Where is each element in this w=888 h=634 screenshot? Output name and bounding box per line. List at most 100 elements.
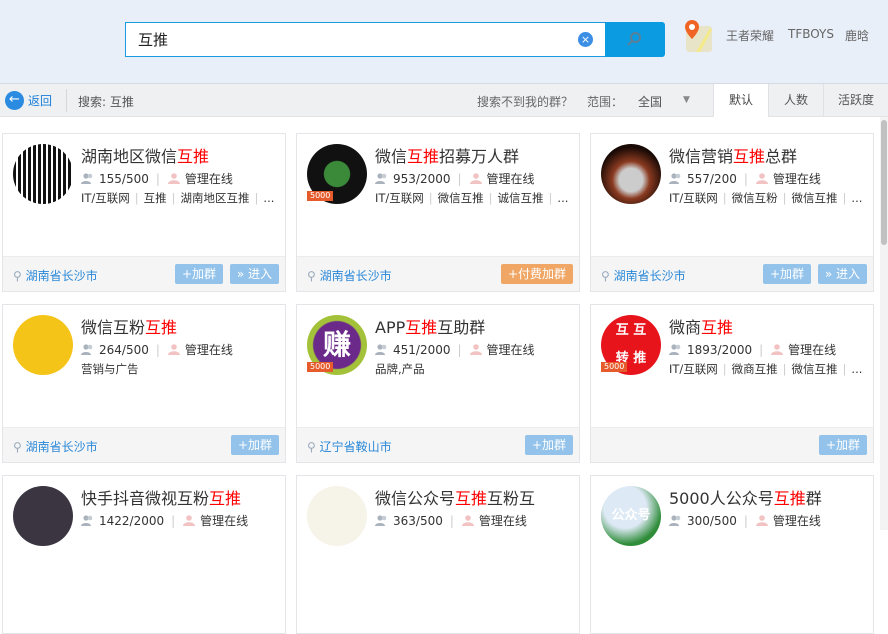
group-card[interactable]: 5000 微信互推招募万人群 953/2000 | 管理在线 IT/互联网 | 微信互推 | 诚信…	[296, 133, 580, 292]
group-card[interactable]: 互 互 转 推 5000 微商互推 1893/2000 | 管理在线 IT/互联网 | 微商互推…	[590, 304, 874, 463]
tag[interactable]: 微信互推	[438, 191, 484, 205]
tag[interactable]: IT/互联网	[81, 191, 130, 205]
tab-members[interactable]: 人数	[768, 84, 823, 117]
group-meta: 300/500 | 管理在线	[669, 512, 821, 529]
location-text: 湖南省长沙市	[319, 269, 392, 283]
back-button[interactable]: ← 返回	[5, 91, 52, 110]
title-text: APP	[375, 318, 406, 337]
group-title[interactable]: 湖南地区微信互推	[81, 143, 209, 167]
group-tags: 营销与广告	[81, 361, 139, 377]
tab-activity[interactable]: 活跃度	[823, 84, 888, 117]
join-button[interactable]: +加群	[818, 435, 867, 455]
location-pin-icon: ⚲	[601, 269, 610, 283]
title-highlight: 互推	[701, 318, 734, 337]
back-arrow-icon: ←	[5, 91, 24, 110]
card-footer: ⚲ 辽宁省鞍山市 +加群	[297, 427, 579, 462]
group-card[interactable]: 公众号 5000人公众号互推群 300/500 | 管理在线	[590, 475, 874, 634]
group-avatar[interactable]	[307, 486, 367, 546]
admin-status: 管理在线	[184, 172, 233, 186]
title-text: 微商	[669, 318, 702, 337]
tag[interactable]: 微商互推	[732, 362, 778, 376]
title-text: 群	[805, 489, 822, 508]
tag[interactable]: 营销与广告	[81, 362, 139, 376]
scrollbar-thumb[interactable]	[881, 120, 887, 245]
hot-search-link[interactable]: 鹿晗	[845, 27, 869, 44]
map-location-icon[interactable]	[682, 18, 714, 54]
card-footer: ⚲ 湖南省长沙市 +加群	[3, 427, 285, 462]
tag[interactable]: ...	[263, 191, 274, 205]
group-card[interactable]: 微信互粉互推 264/500 | 管理在线 营销与广告 ⚲ 湖南省长沙市 +加群	[2, 304, 286, 463]
tag[interactable]: 微信互粉	[732, 191, 778, 205]
title-text: 招募万人群	[439, 147, 520, 166]
title-text: 5000人公众号	[669, 489, 774, 508]
join-button[interactable]: +加群	[230, 435, 279, 455]
hot-search-link[interactable]: 王者荣耀	[726, 27, 774, 44]
join-button[interactable]: +加群	[762, 264, 811, 284]
card-footer: ⚲ 湖南省长沙市 +付费加群	[297, 256, 579, 291]
range-select[interactable]: 全国	[638, 93, 662, 110]
group-card[interactable]: 赚 5000 APP互推互助群 451/2000 | 管理在线 品牌,产品 ⚲ 辽宁省鞍山市 +…	[296, 304, 580, 463]
tag[interactable]: IT/互联网	[669, 362, 718, 376]
location-pin-icon: ⚲	[307, 269, 316, 283]
enter-button[interactable]: » 进入	[817, 264, 867, 284]
search-input[interactable]	[126, 23, 566, 56]
scrollbar[interactable]	[880, 117, 888, 530]
group-avatar[interactable]	[13, 144, 73, 204]
tag[interactable]: 微信互推	[792, 362, 838, 376]
title-text: 总群	[765, 147, 798, 166]
tag[interactable]: IT/互联网	[669, 191, 718, 205]
admin-icon	[461, 515, 474, 526]
group-card[interactable]: 湖南地区微信互推 155/500 | 管理在线 IT/互联网 | 互推 | 湖南地区互推 |...…	[2, 133, 286, 292]
hot-search-link[interactable]: TFBOYS	[788, 27, 834, 41]
group-title[interactable]: 微信公众号互推互粉互	[375, 485, 535, 509]
group-title[interactable]: 5000人公众号互推群	[669, 485, 822, 509]
group-card[interactable]: 微信营销互推总群 557/200 | 管理在线 IT/互联网 | 微信互粉 | 微信互推 |...…	[590, 133, 874, 292]
tab-default[interactable]: 默认	[713, 84, 768, 117]
group-title[interactable]: 快手抖音微视互粉互推	[81, 485, 241, 509]
members-icon	[375, 515, 387, 526]
paid-join-button[interactable]: +付费加群	[500, 264, 573, 284]
group-card[interactable]: 微信公众号互推互粉互 363/500 | 管理在线	[296, 475, 580, 634]
join-button[interactable]: +加群	[174, 264, 223, 284]
group-title[interactable]: 微信互推招募万人群	[375, 143, 519, 167]
tag[interactable]: 品牌,产品	[375, 362, 425, 376]
clear-icon[interactable]: ×	[578, 32, 593, 47]
group-avatar[interactable]	[13, 315, 73, 375]
admin-status: 管理在线	[486, 343, 535, 357]
members-icon	[669, 515, 681, 526]
members-icon	[375, 173, 387, 184]
location-text: 湖南省长沙市	[613, 269, 686, 283]
join-button[interactable]: +加群	[524, 435, 573, 455]
tag[interactable]: 互推	[144, 191, 167, 205]
enter-button[interactable]: » 进入	[229, 264, 279, 284]
location-text: 湖南省长沙市	[25, 440, 98, 454]
group-title[interactable]: 微信营销互推总群	[669, 143, 797, 167]
group-avatar[interactable]	[601, 144, 661, 204]
admin-status: 管理在线	[772, 172, 821, 186]
tag[interactable]: ...	[851, 191, 862, 205]
search-button[interactable]	[605, 22, 665, 57]
title-text: 湖南地区微信	[81, 147, 178, 166]
tag[interactable]: 湖南地区互推	[181, 191, 250, 205]
group-title[interactable]: 微信互粉互推	[81, 314, 177, 338]
group-title[interactable]: 微商互推	[669, 314, 733, 338]
tag[interactable]: 微信互推	[792, 191, 838, 205]
tag[interactable]: ...	[851, 362, 862, 376]
tag[interactable]: ...	[557, 191, 568, 205]
group-meta: 451/2000 | 管理在线	[375, 341, 535, 358]
member-count: 264/500	[99, 342, 149, 357]
group-avatar[interactable]: 公众号	[601, 486, 661, 546]
tag[interactable]: 诚信互推	[498, 191, 544, 205]
admin-status: 管理在线	[486, 172, 535, 186]
members-icon	[81, 515, 93, 526]
chevron-down-icon[interactable]: ▼	[683, 95, 690, 105]
title-highlight: 互推	[209, 489, 242, 508]
tag[interactable]: IT/互联网	[375, 191, 424, 205]
member-count: 557/200	[687, 171, 737, 186]
search-summary: 搜索: 互推	[78, 95, 134, 109]
group-avatar[interactable]	[13, 486, 73, 546]
group-card[interactable]: 快手抖音微视互粉互推 1422/2000 | 管理在线	[2, 475, 286, 634]
back-label: 返回	[28, 94, 53, 108]
not-found-link[interactable]: 搜索不到我的群？	[477, 93, 573, 110]
group-title[interactable]: APP互推互助群	[375, 314, 485, 338]
